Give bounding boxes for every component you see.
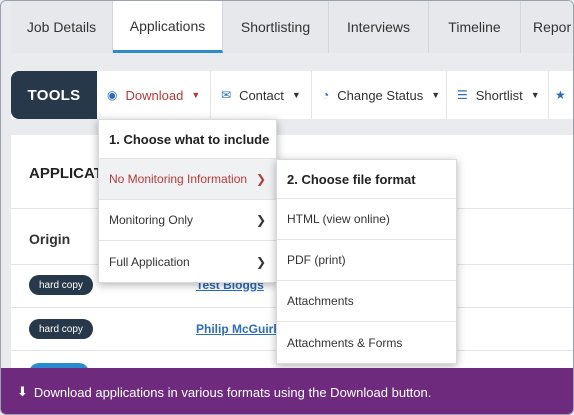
menu-heading: 1. Choose what to include [99,120,276,159]
caret-down-icon: ▼ [530,90,540,100]
download-circle-icon: ◉ [107,88,118,102]
menu-item-no-monitoring[interactable]: No Monitoring Information ❯ [99,159,276,200]
caret-down-icon: ▼ [191,90,201,100]
menu-item-label: No Monitoring Information [109,172,248,186]
tab-label: Timeline [448,19,501,35]
tools-label: TOOLS [11,71,97,119]
tab-shortlisting[interactable]: Shortlisting [223,1,329,53]
tab-label: Applications [129,17,206,34]
tip-banner: ⬇︎ Download applications in various form… [1,368,573,414]
tab-label: Shortlisting [240,19,311,35]
star-icon: ★ [555,88,566,102]
include-options-menu: 1. Choose what to include No Monitoring … [98,119,277,283]
chevron-right-icon: ❯ [255,254,266,269]
caret-down-icon: ▼ [291,90,301,100]
star-button[interactable]: ★ [549,71,573,119]
menu-item-label: Attachments [287,294,354,308]
file-format-menu: 2. Choose file format HTML (view online)… [276,159,457,364]
tab-job-details[interactable]: Job Details [11,1,113,53]
envelope-icon: ✉ [221,88,232,102]
chevron-right-icon: ❯ [255,213,266,227]
menu-item-label: Monitoring Only [109,213,194,227]
tab-applications[interactable]: Applications [113,1,223,53]
banner-text: Download applications in various formats… [33,384,432,400]
menu-heading: 2. Choose file format [277,160,456,199]
tab-label: Repor [533,19,572,35]
tab-label: Interviews [346,19,411,35]
list-icon: ☰ [457,88,468,102]
download-circle-icon: ⬇︎ [17,384,28,399]
tab-timeline[interactable]: Timeline [429,1,521,53]
format-attachments[interactable]: Attachments [277,281,456,322]
menu-item-label: HTML (view online) [287,212,390,226]
format-pdf[interactable]: PDF (print) [277,240,456,281]
contact-button[interactable]: ✉ Contact ▼ [211,71,312,119]
shortlist-button[interactable]: ☰ Shortlist ▼ [447,71,549,119]
contact-label: Contact [239,87,284,103]
change-status-label: Change Status [337,87,424,103]
origin-badge: hard copy [29,319,93,339]
applicant-link[interactable]: Philip McGuirk [196,322,280,336]
menu-item-label: Full Application [109,254,190,269]
menu-item-full-application[interactable]: Full Application ❯ [99,241,276,282]
menu-item-label: PDF (print) [287,253,346,267]
menu-item-monitoring-only[interactable]: Monitoring Only ❯ [99,200,276,241]
caret-down-icon: ▼ [431,90,441,100]
chevron-right-icon: ❯ [255,172,266,186]
origin-badge: hard copy [29,275,93,295]
tools-bar: TOOLS ◉ Download ▼ ✉ Contact ▼ ◔ Change … [11,71,573,119]
download-button[interactable]: ◉ Download ▼ [97,71,211,119]
app-frame: Job Details Applications Shortlisting In… [0,0,574,415]
tab-interviews[interactable]: Interviews [329,1,429,53]
tab-label: Job Details [26,19,97,35]
format-html[interactable]: HTML (view online) [277,199,456,240]
origin-column-header: Origin [29,231,71,247]
menu-item-label: Attachments & Forms [287,335,403,350]
change-status-button[interactable]: ◔ Change Status ▼ [312,71,447,119]
tab-bar: Job Details Applications Shortlisting In… [11,1,573,53]
format-attachments-forms[interactable]: Attachments & Forms [277,322,456,363]
download-label: Download [125,87,184,103]
panel-title: APPLICAT [29,165,103,182]
tab-reports[interactable]: Repor [521,1,573,53]
gauge-icon: ◔ [322,88,330,102]
shortlist-label: Shortlist [475,87,523,103]
